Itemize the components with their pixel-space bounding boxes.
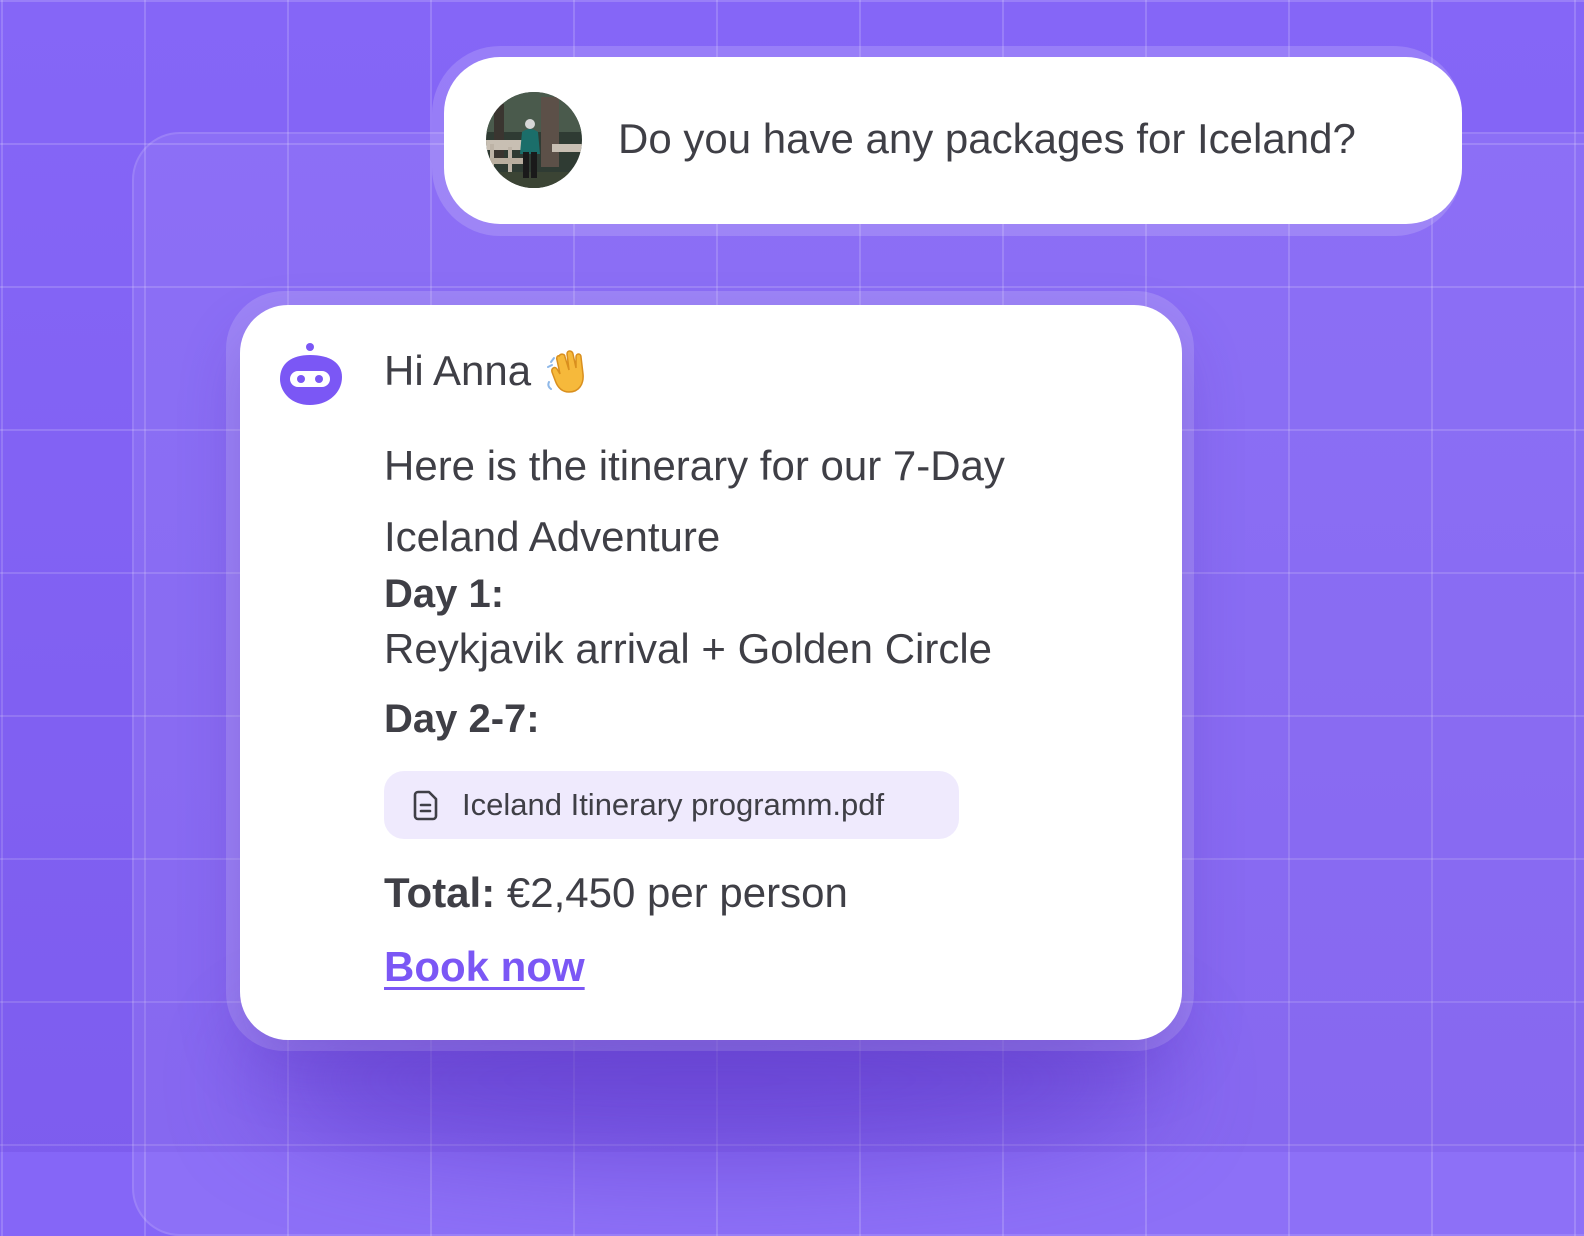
attachment-filename: Iceland Itinerary programm.pdf <box>462 787 885 822</box>
greeting-text: Hi Anna <box>384 347 532 394</box>
user-avatar-photo <box>486 92 582 188</box>
book-now-link[interactable]: Book now <box>384 943 585 991</box>
bot-message-card: Hi Anna Here is the itinerary for our 7-… <box>240 305 1182 1040</box>
greeting: Hi Anna <box>384 347 589 395</box>
itinerary-intro: Here is the itinerary for our 7-Day Icel… <box>384 442 1005 560</box>
day1-description: Reykjavik arrival + Golden Circle <box>384 625 993 672</box>
user-avatar <box>486 92 582 188</box>
total-label: Total: <box>384 869 496 916</box>
total-value: €2,450 per person <box>506 869 848 916</box>
total-price: Total: €2,450 per person <box>384 869 848 917</box>
user-message-bubble: Do you have any packages for Iceland? <box>444 57 1462 224</box>
day1-label: Day 1: <box>384 572 505 616</box>
document-icon <box>412 789 442 821</box>
pdf-attachment[interactable]: Iceland Itinerary programm.pdf <box>384 771 959 839</box>
robot-icon <box>276 341 344 409</box>
day2-label: Day 2-7: <box>384 697 540 741</box>
waving-hand-icon <box>543 348 589 394</box>
user-message-text: Do you have any packages for Iceland? <box>618 115 1356 162</box>
